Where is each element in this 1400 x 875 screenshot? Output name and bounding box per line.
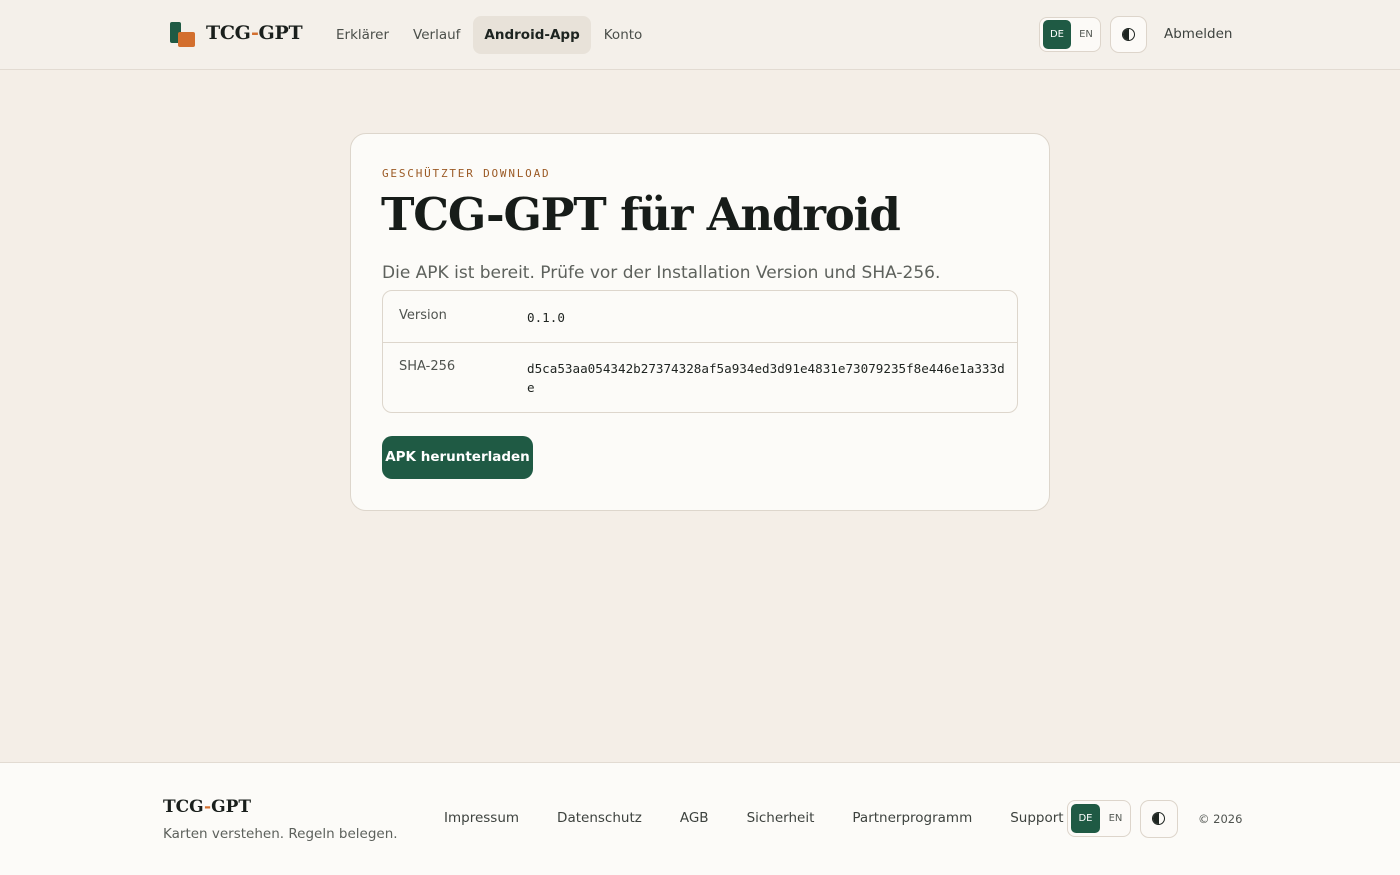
- brand-part-1: TCG: [206, 22, 251, 44]
- footer-brand-part-2: GPT: [211, 797, 252, 817]
- logo-icon[interactable]: [170, 22, 197, 48]
- table-row-sha256: SHA-256 d5ca53aa054342b27374328af5a934ed…: [383, 342, 1017, 412]
- version-key: Version: [399, 308, 447, 323]
- card-eyebrow: GESCHÜTZTER DOWNLOAD: [382, 167, 551, 180]
- footer-link-partnerprogramm[interactable]: Partnerprogramm: [833, 810, 991, 826]
- language-toggle: DE EN: [1039, 17, 1101, 52]
- site-header: TCG-GPT Erklärer Verlauf Android-App Kon…: [0, 0, 1400, 70]
- sha256-key: SHA-256: [399, 359, 456, 374]
- nav-item-konto[interactable]: Konto: [593, 16, 654, 54]
- nav-item-android-app[interactable]: Android-App: [473, 16, 591, 54]
- logout-link[interactable]: Abmelden: [1164, 26, 1232, 42]
- apk-meta-table: Version 0.1.0 SHA-256 d5ca53aa054342b273…: [382, 290, 1018, 413]
- lang-de-button[interactable]: DE: [1043, 20, 1071, 49]
- download-apk-button[interactable]: APK herunterladen: [382, 436, 533, 479]
- footer-brand-part-1: TCG: [163, 797, 205, 817]
- nav-item-erklaerer[interactable]: Erklärer: [325, 16, 400, 54]
- footer-lang-de-button[interactable]: DE: [1071, 804, 1100, 833]
- footer-link-agb[interactable]: AGB: [661, 810, 728, 826]
- footer-links: Impressum Datenschutz AGB Sicherheit Par…: [425, 810, 1083, 826]
- page-title: TCG-GPT für Android: [381, 188, 901, 241]
- version-value: 0.1.0: [527, 310, 565, 325]
- footer-link-datenschutz[interactable]: Datenschutz: [538, 810, 661, 826]
- brand-part-2: GPT: [258, 22, 303, 44]
- theme-toggle-button[interactable]: [1110, 16, 1147, 53]
- footer-theme-toggle-button[interactable]: [1140, 800, 1178, 838]
- footer-brand[interactable]: TCG-GPT: [163, 797, 251, 817]
- table-row-version: Version 0.1.0: [383, 291, 1017, 343]
- nav-item-verlauf[interactable]: Verlauf: [402, 16, 471, 54]
- copyright-text: © 2026: [1198, 812, 1243, 826]
- brand-logo-text[interactable]: TCG-GPT: [206, 22, 303, 44]
- lang-en-button[interactable]: EN: [1073, 20, 1099, 49]
- brand-dash: -: [250, 22, 259, 44]
- footer-lang-en-button[interactable]: EN: [1102, 804, 1129, 833]
- footer-language-toggle: DE EN: [1067, 800, 1131, 837]
- main-nav: Erklärer Verlauf Android-App Konto: [325, 16, 653, 54]
- footer-link-sicherheit[interactable]: Sicherheit: [728, 810, 834, 826]
- logo-square-orange: [178, 32, 195, 47]
- card-subtitle: Die APK ist bereit. Prüfe vor der Instal…: [382, 263, 941, 283]
- site-footer: TCG-GPT Karten verstehen. Regeln belegen…: [0, 762, 1400, 875]
- sha256-value: d5ca53aa054342b27374328af5a934ed3d91e483…: [527, 361, 1005, 395]
- download-card: GESCHÜTZTER DOWNLOAD TCG-GPT für Android…: [350, 133, 1050, 511]
- contrast-icon: [1122, 28, 1135, 41]
- footer-tagline: Karten verstehen. Regeln belegen.: [163, 826, 398, 842]
- contrast-icon: [1152, 812, 1165, 825]
- footer-link-impressum[interactable]: Impressum: [425, 810, 538, 826]
